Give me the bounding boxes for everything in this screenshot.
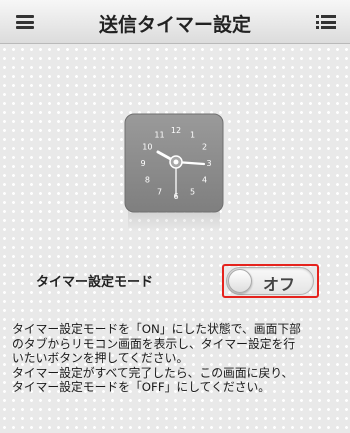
instruction-line: のタブからリモコン画面を表示し、タイマー設定を行 — [12, 336, 296, 351]
instructions-text: タイマー設定モードを「ON」にした状態で、画面下部 のタブからリモコン画面を表示… — [12, 322, 342, 395]
clock-numeral: 5 — [190, 188, 195, 197]
list-icon[interactable] — [316, 15, 336, 29]
clock-numeral: 8 — [145, 176, 150, 185]
toggle-knob[interactable] — [228, 269, 252, 293]
clock-numeral: 3 — [206, 159, 211, 168]
clock-numeral: 12 — [171, 126, 181, 135]
app-header: 送信タイマー設定 — [0, 0, 350, 44]
instruction-line: タイマー設定がすべて完了したら、この画面に戻り、 — [12, 365, 294, 380]
clock-reflection — [128, 210, 220, 232]
clock-icon: 121234567891011 — [124, 113, 224, 213]
instruction-line: タイマー設定モードを「OFF」にしてください。 — [12, 380, 271, 394]
instruction-line: いたいボタンを押してください。 — [12, 351, 189, 365]
clock-numeral: 11 — [154, 130, 164, 139]
clock-numeral: 4 — [202, 176, 207, 185]
clock-numeral: 7 — [157, 188, 162, 197]
clock-numeral: 2 — [202, 143, 207, 152]
toggle-state-text: オフ — [263, 275, 296, 294]
clock-numeral: 10 — [142, 143, 152, 152]
page-title: 送信タイマー設定 — [98, 14, 251, 36]
hamburger-menu-icon[interactable] — [16, 15, 34, 29]
timer-mode-label: タイマー設定モード — [36, 275, 154, 290]
instruction-line: タイマー設定モードを「ON」にした状態で、画面下部 — [12, 322, 301, 336]
timer-mode-toggle[interactable]: オフ — [226, 267, 314, 295]
clock-numeral: 1 — [190, 130, 195, 139]
clock-numeral: 9 — [140, 159, 145, 168]
